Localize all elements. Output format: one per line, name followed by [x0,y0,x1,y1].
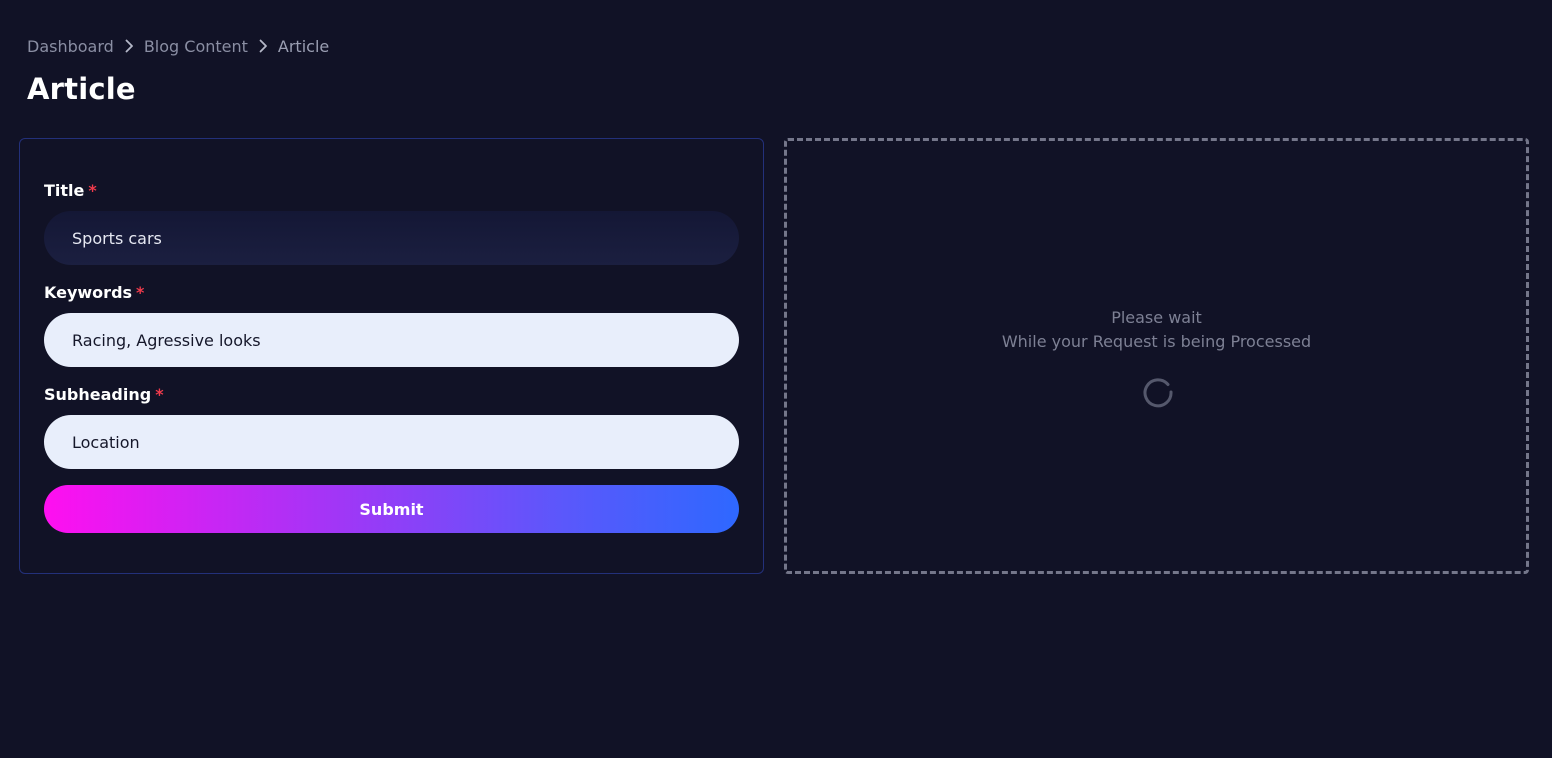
required-mark: * [155,385,164,404]
processing-message: While your Request is being Processed [1001,332,1312,351]
keywords-field-label: Keywords * [44,283,144,302]
page: Dashboard Blog Content Article Article T… [0,0,1552,758]
chevron-right-icon [248,34,278,58]
breadcrumb-item-article: Article [277,36,330,56]
subheading-label-text: Subheading [44,385,152,404]
article-form: Title* Keywords* Subheading* Submit [19,138,764,574]
processing-panel: Please wait While your Request is being … [784,138,1529,574]
breadcrumb: Dashboard Blog Content Article [27,34,329,58]
title-label-text: Title [44,181,85,200]
title-field-label: Title * [44,181,97,200]
keywords-input[interactable] [44,313,739,367]
required-mark: * [136,283,145,302]
breadcrumb-item-blog-content[interactable]: Blog Content [144,37,248,56]
title-input[interactable] [44,211,739,265]
submit-button[interactable]: Submit [44,485,739,533]
subheading-field-label: Subheading * [44,385,164,404]
please-wait-text: Please wait [1111,308,1202,327]
keywords-label-text: Keywords [44,283,133,302]
page-title: Article [27,72,136,106]
chevron-right-icon [114,34,144,58]
breadcrumb-item-dashboard[interactable]: Dashboard [27,37,114,56]
loading-spinner-icon [1142,376,1174,408]
subheading-input[interactable] [44,415,739,469]
required-mark: * [88,181,97,200]
